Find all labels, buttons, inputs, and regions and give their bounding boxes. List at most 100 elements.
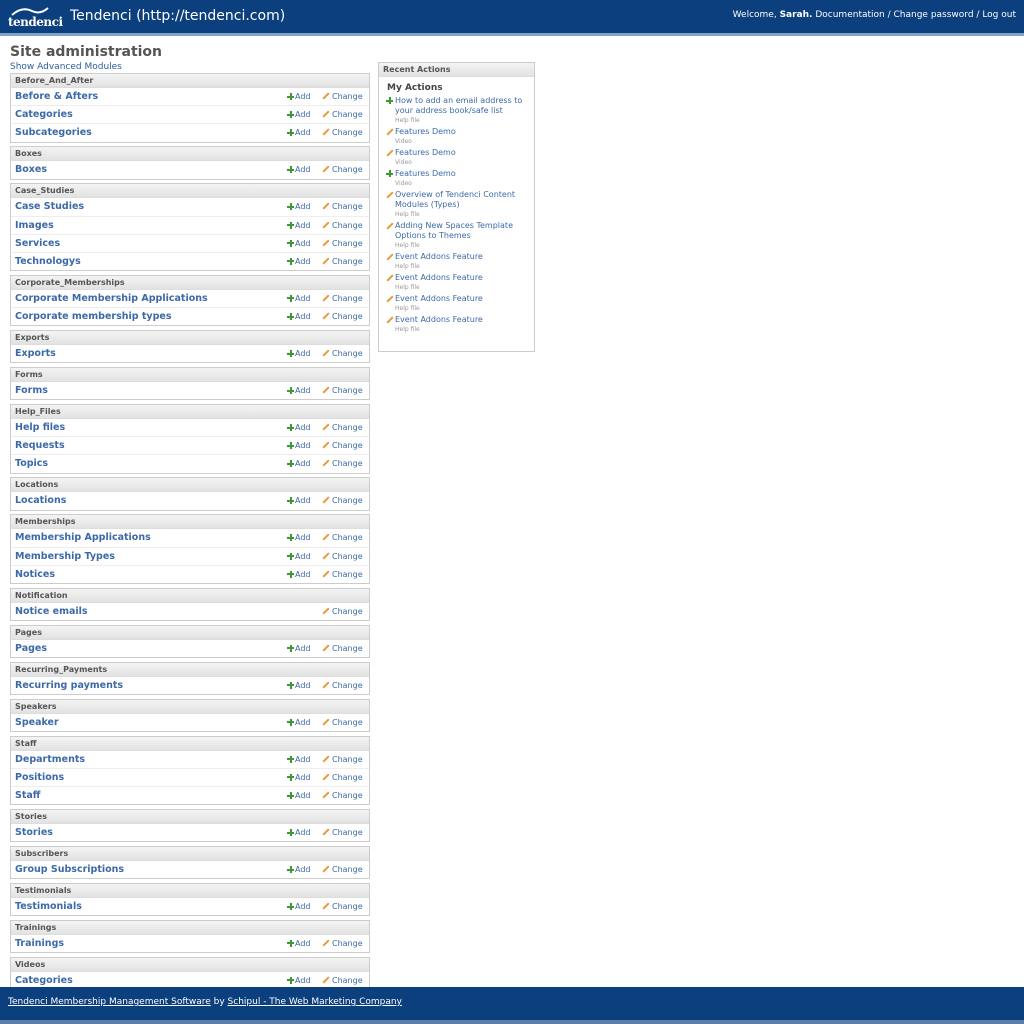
model-link-membership-types[interactable]: Membership Types <box>15 551 115 562</box>
tendenci-logo[interactable]: tendenci <box>8 5 63 29</box>
change-password-link[interactable]: Change password <box>894 10 974 20</box>
change-link[interactable]: Change <box>322 459 363 468</box>
model-link-pages[interactable]: Pages <box>15 643 47 654</box>
schipul-link[interactable]: Schipul - The Web Marketing Company <box>228 997 402 1007</box>
model-link-boxes[interactable]: Boxes <box>15 164 47 175</box>
change-link[interactable]: Change <box>322 92 363 101</box>
add-link[interactable]: Add <box>287 312 311 321</box>
change-link[interactable]: Change <box>322 552 363 561</box>
add-link[interactable]: Add <box>287 533 311 542</box>
add-link[interactable]: Add <box>287 92 311 101</box>
model-link-case-studies[interactable]: Case Studies <box>15 201 84 212</box>
add-link[interactable]: Add <box>287 441 311 450</box>
model-link-locations[interactable]: Locations <box>15 495 66 506</box>
change-link[interactable]: Change <box>322 570 363 579</box>
change-link[interactable]: Change <box>322 312 363 321</box>
model-link-requests[interactable]: Requests <box>15 440 65 451</box>
add-link[interactable]: Add <box>287 202 311 211</box>
model-link-recurring-payments[interactable]: Recurring payments <box>15 680 123 691</box>
change-link[interactable]: Change <box>322 423 363 432</box>
model-link-positions[interactable]: Positions <box>15 772 64 783</box>
model-link-topics[interactable]: Topics <box>15 458 48 469</box>
change-link[interactable]: Change <box>322 496 363 505</box>
model-link-before-afters[interactable]: Before & Afters <box>15 91 98 102</box>
add-link[interactable]: Add <box>287 257 311 266</box>
recent-action-title[interactable]: Event Addons Feature <box>395 252 531 262</box>
change-link[interactable]: Change <box>322 828 363 837</box>
change-link[interactable]: Change <box>322 202 363 211</box>
model-link-subcategories[interactable]: Subcategories <box>15 127 92 138</box>
show-advanced-modules-link[interactable]: Show Advanced Modules <box>10 62 122 72</box>
change-link[interactable]: Change <box>322 865 363 874</box>
recent-action-title[interactable]: Event Addons Feature <box>395 315 531 325</box>
model-link-corporate-membership-types[interactable]: Corporate membership types <box>15 311 171 322</box>
model-link-speaker[interactable]: Speaker <box>15 717 59 728</box>
model-link-technologys[interactable]: Technologys <box>15 256 81 267</box>
model-link-services[interactable]: Services <box>15 238 60 249</box>
change-link[interactable]: Change <box>322 257 363 266</box>
change-link[interactable]: Change <box>322 773 363 782</box>
change-link[interactable]: Change <box>322 294 363 303</box>
recent-action-title[interactable]: How to add an email address to your addr… <box>395 96 531 116</box>
change-link[interactable]: Change <box>322 110 363 119</box>
model-link-group-subscriptions[interactable]: Group Subscriptions <box>15 864 124 875</box>
change-link[interactable]: Change <box>322 644 363 653</box>
change-link[interactable]: Change <box>322 718 363 727</box>
recent-action-title[interactable]: Features Demo <box>395 169 531 179</box>
change-link[interactable]: Change <box>322 976 363 985</box>
add-link[interactable]: Add <box>287 718 311 727</box>
recent-action-title[interactable]: Event Addons Feature <box>395 273 531 283</box>
add-link[interactable]: Add <box>287 552 311 561</box>
add-link[interactable]: Add <box>287 570 311 579</box>
site-title[interactable]: Tendenci (http://tendenci.com) <box>70 8 285 24</box>
add-link[interactable]: Add <box>287 239 311 248</box>
model-link-images[interactable]: Images <box>15 220 54 231</box>
model-link-categories[interactable]: Categories <box>15 109 73 120</box>
model-link-help-files[interactable]: Help files <box>15 422 65 433</box>
add-link[interactable]: Add <box>287 939 311 948</box>
add-link[interactable]: Add <box>287 221 311 230</box>
model-link-trainings[interactable]: Trainings <box>15 938 64 949</box>
recent-action-title[interactable]: Adding New Spaces Template Options to Th… <box>395 221 531 241</box>
add-link[interactable]: Add <box>287 349 311 358</box>
model-link-staff[interactable]: Staff <box>15 790 41 801</box>
add-link[interactable]: Add <box>287 976 311 985</box>
documentation-link[interactable]: Documentation <box>815 10 884 20</box>
recent-action-title[interactable]: Overview of Tendenci Content Modules (Ty… <box>395 190 531 210</box>
change-link[interactable]: Change <box>322 441 363 450</box>
model-link-stories[interactable]: Stories <box>15 827 53 838</box>
change-link[interactable]: Change <box>322 221 363 230</box>
add-link[interactable]: Add <box>287 294 311 303</box>
add-link[interactable]: Add <box>287 681 311 690</box>
change-link[interactable]: Change <box>322 533 363 542</box>
model-link-membership-applications[interactable]: Membership Applications <box>15 532 151 543</box>
add-link[interactable]: Add <box>287 902 311 911</box>
change-link[interactable]: Change <box>322 791 363 800</box>
recent-action-title[interactable]: Features Demo <box>395 148 531 158</box>
recent-action-title[interactable]: Features Demo <box>395 127 531 137</box>
change-link[interactable]: Change <box>322 939 363 948</box>
add-link[interactable]: Add <box>287 644 311 653</box>
change-link[interactable]: Change <box>322 239 363 248</box>
change-link[interactable]: Change <box>322 607 363 616</box>
logout-link[interactable]: Log out <box>982 10 1016 20</box>
change-link[interactable]: Change <box>322 349 363 358</box>
add-link[interactable]: Add <box>287 828 311 837</box>
add-link[interactable]: Add <box>287 110 311 119</box>
model-link-categories[interactable]: Categories <box>15 975 73 986</box>
add-link[interactable]: Add <box>287 755 311 764</box>
add-link[interactable]: Add <box>287 791 311 800</box>
add-link[interactable]: Add <box>287 496 311 505</box>
model-link-notice-emails[interactable]: Notice emails <box>15 606 88 617</box>
change-link[interactable]: Change <box>322 681 363 690</box>
add-link[interactable]: Add <box>287 773 311 782</box>
add-link[interactable]: Add <box>287 386 311 395</box>
change-link[interactable]: Change <box>322 386 363 395</box>
change-link[interactable]: Change <box>322 128 363 137</box>
add-link[interactable]: Add <box>287 165 311 174</box>
change-link[interactable]: Change <box>322 755 363 764</box>
recent-action-title[interactable]: Event Addons Feature <box>395 294 531 304</box>
add-link[interactable]: Add <box>287 865 311 874</box>
add-link[interactable]: Add <box>287 459 311 468</box>
change-link[interactable]: Change <box>322 165 363 174</box>
